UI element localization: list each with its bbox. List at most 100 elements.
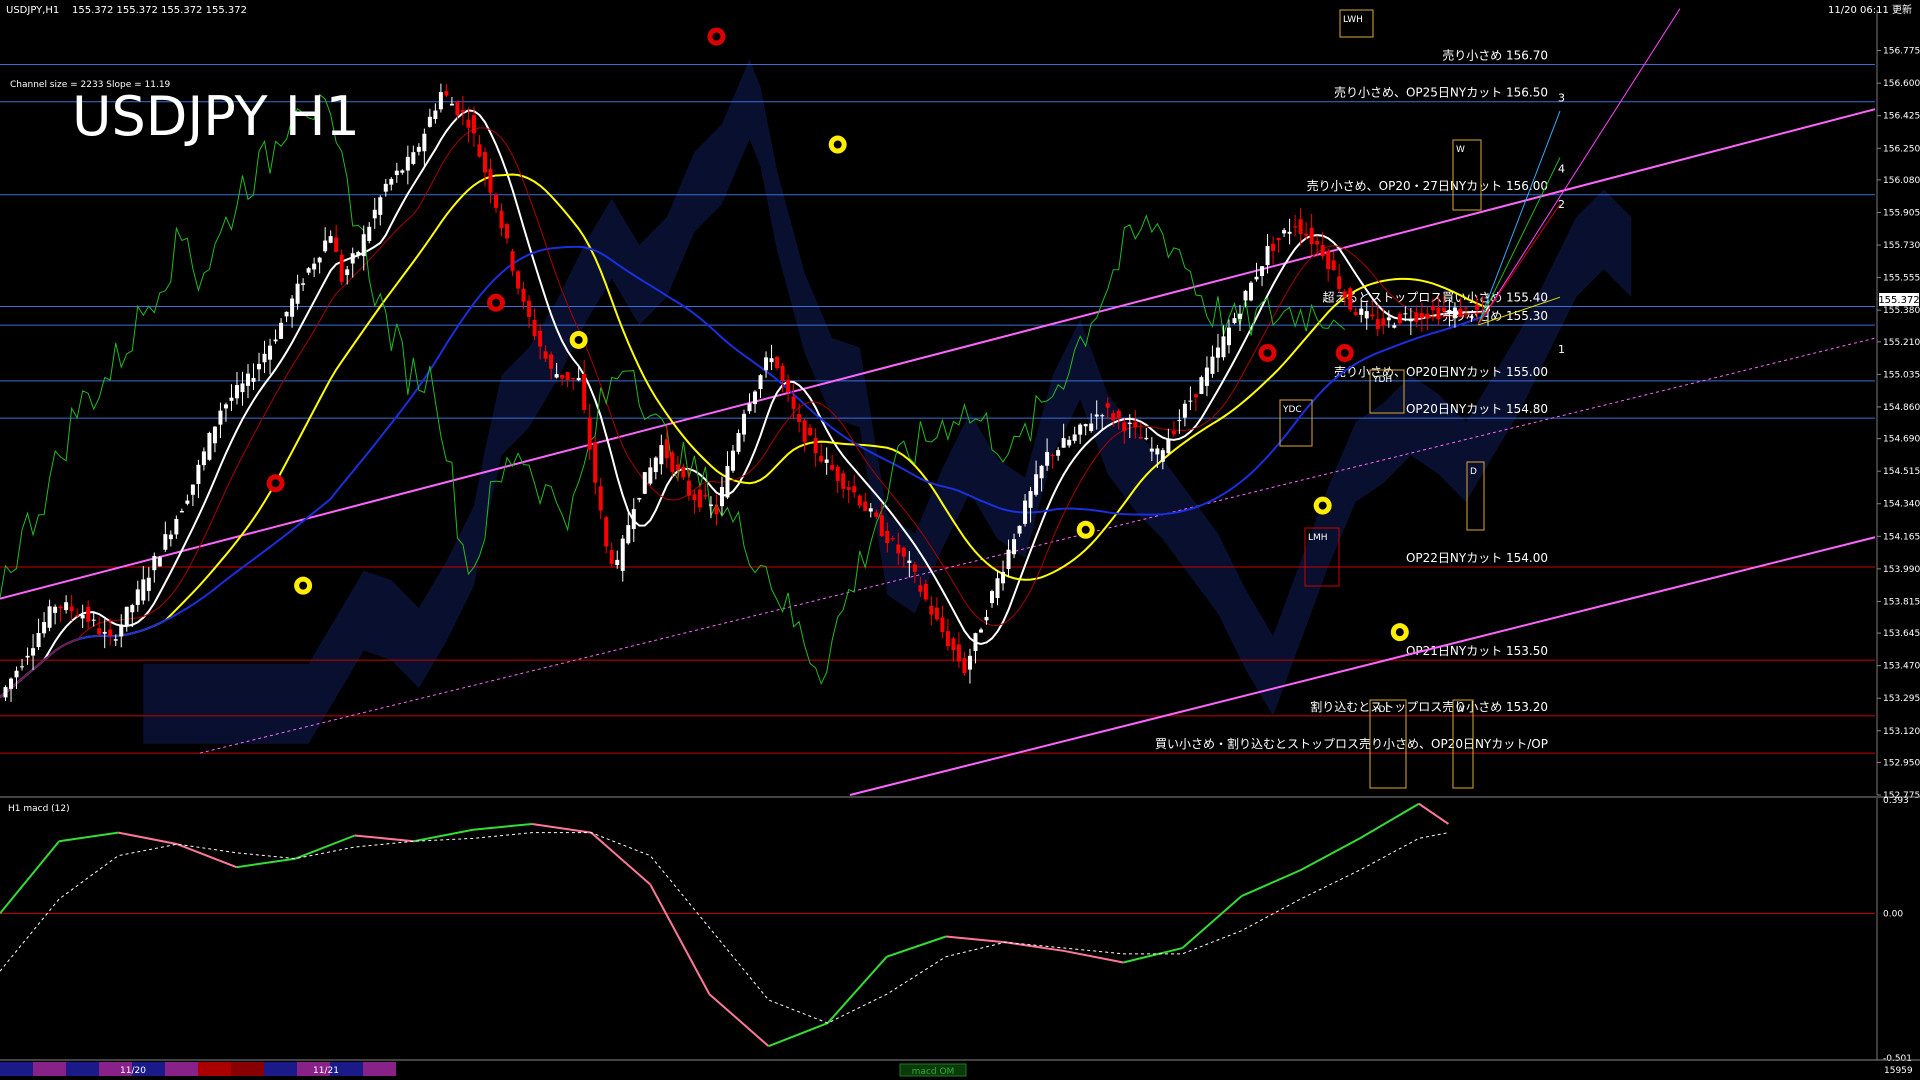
candle-body — [554, 374, 559, 378]
candle-body — [1254, 276, 1259, 280]
candle-body — [301, 283, 306, 285]
update-time: 11/20 06:11 更新 — [1828, 3, 1912, 16]
box-label: D — [1470, 467, 1477, 477]
candle-body — [1342, 291, 1347, 298]
candle-body — [339, 254, 344, 282]
candle-body — [1320, 245, 1325, 257]
session-bar — [363, 1062, 396, 1076]
candle-body — [736, 433, 741, 452]
candle-body — [113, 639, 118, 641]
candle-body — [1149, 448, 1154, 452]
price-tick-label: 152.950 — [1883, 758, 1920, 768]
fan-label: 3 — [1558, 92, 1565, 105]
candle-body — [477, 144, 482, 157]
candle-body — [670, 452, 675, 472]
candle-body — [345, 269, 350, 276]
signal-marker-hole — [1081, 525, 1090, 534]
candle-body — [1364, 311, 1369, 319]
session-bar — [198, 1062, 231, 1076]
candle-body — [664, 439, 669, 459]
candle-body — [284, 311, 289, 317]
candle-body — [1160, 450, 1165, 462]
candle-body — [549, 354, 554, 369]
candle-body — [808, 427, 813, 436]
candle-body — [730, 450, 735, 471]
candle-body — [1408, 319, 1413, 322]
price-tick-label: 154.515 — [1883, 467, 1920, 477]
candle-body — [1447, 309, 1452, 313]
candle-body — [874, 512, 879, 517]
candle-body — [163, 534, 168, 550]
candle-body — [135, 589, 140, 605]
box-label: LWH — [1343, 15, 1363, 25]
candle-body — [1474, 304, 1479, 310]
candle-body — [1050, 455, 1055, 457]
candle-body — [328, 236, 333, 243]
signal-marker-hole — [1263, 348, 1272, 357]
candle-body — [929, 605, 934, 615]
candle-body — [1100, 415, 1105, 417]
candle-body — [1430, 305, 1435, 311]
candle-body — [786, 379, 791, 393]
candle-body — [708, 504, 713, 507]
candle-body — [25, 655, 30, 658]
candle-body — [229, 397, 234, 401]
candle-body — [912, 564, 917, 572]
candle-body — [488, 169, 493, 193]
candle-body — [813, 438, 818, 454]
candle-body — [560, 374, 565, 379]
candle-body — [1260, 266, 1265, 277]
candle-body — [576, 377, 581, 381]
candle-body — [47, 606, 52, 628]
candle-body — [1006, 549, 1011, 570]
signal-marker-hole — [712, 32, 721, 41]
fan-label: 2 — [1558, 198, 1565, 211]
candle-body — [1414, 312, 1419, 322]
candle-body — [1067, 439, 1072, 446]
candle-body — [1105, 403, 1110, 408]
signal-marker-hole — [299, 581, 308, 590]
candle-body — [334, 237, 339, 252]
price-tick-label: 156.250 — [1883, 144, 1920, 154]
level-label: 割り込むとストップロス売り小さめ 153.20 — [1310, 699, 1548, 714]
price-tick-label: 153.295 — [1883, 694, 1920, 704]
candle-body — [879, 515, 884, 537]
candle-body — [207, 432, 212, 460]
candle-body — [951, 638, 956, 651]
candle-body — [890, 538, 895, 540]
candle-body — [885, 531, 890, 543]
candle-body — [190, 484, 195, 495]
candle-body — [598, 486, 603, 511]
price-tick-label: 153.645 — [1883, 629, 1920, 639]
signal-marker-hole — [574, 335, 583, 344]
candle-body — [956, 644, 961, 662]
chart-canvas[interactable]: 売り小さめ 156.70 売り小さめ、OP25日NYカット 156.50 売り小さめ… — [0, 0, 1920, 1080]
candle-body — [675, 464, 680, 471]
candle-body — [1232, 318, 1237, 323]
candle-body — [433, 110, 438, 120]
candle-body — [262, 353, 267, 363]
candle-body — [405, 156, 410, 171]
candle-body — [1353, 312, 1358, 315]
candle-body — [631, 509, 636, 530]
candle-body — [962, 658, 967, 674]
candle-body — [516, 271, 521, 289]
candle-body — [361, 234, 366, 257]
box-label: W — [1456, 145, 1465, 155]
candle-body — [973, 633, 978, 652]
fan-label: 4 — [1558, 162, 1565, 175]
candle-body — [356, 251, 361, 256]
signal-marker-hole — [1340, 348, 1349, 357]
candle-body — [1419, 313, 1424, 319]
candle-body — [1293, 226, 1298, 228]
candle-body — [703, 495, 708, 497]
candle-body — [179, 511, 184, 513]
candle-body — [532, 320, 537, 337]
candle-body — [582, 373, 587, 410]
price-tick-label: 154.165 — [1883, 532, 1920, 542]
candle-body — [1249, 282, 1254, 301]
candle-body — [251, 377, 256, 382]
right-value: 15959 — [1884, 1066, 1913, 1076]
level-label: 超えるとストップロス買い小さめ 155.40 — [1323, 289, 1548, 304]
candle-body — [1441, 307, 1446, 312]
